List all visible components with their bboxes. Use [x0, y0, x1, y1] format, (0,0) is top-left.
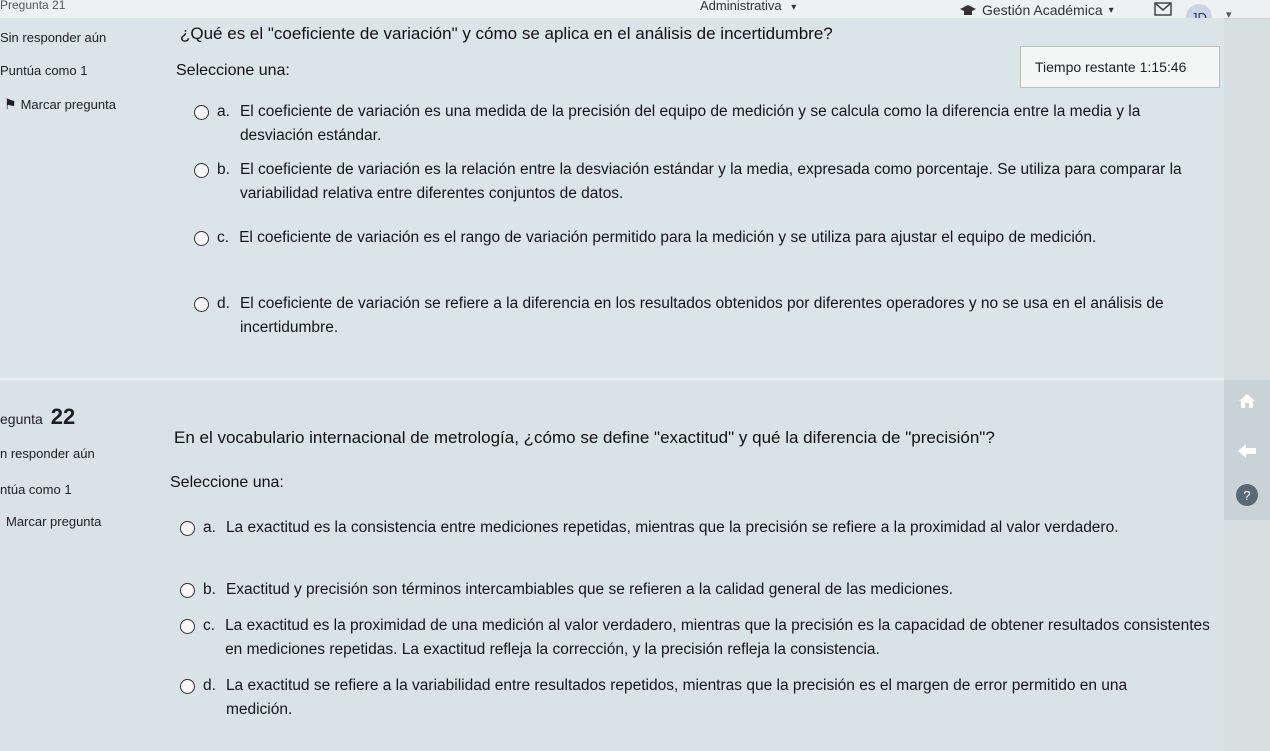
option-text: El coeficiente de variación es la relaci…: [239, 161, 1182, 202]
radio-button[interactable]: [180, 679, 195, 694]
q22-option-c[interactable]: c. La exactitud es la proximidad de una …: [180, 614, 1210, 662]
timer-label: Tiempo restante: [1035, 59, 1136, 75]
q22-option-b[interactable]: b. Exactitud y precisión son términos in…: [180, 578, 1200, 602]
option-letter: a.: [217, 103, 230, 120]
radio-button[interactable]: [194, 163, 209, 178]
graduation-cap-icon: [960, 4, 976, 16]
top-bar: Pregunta 21 Administrativa ▾ Gestión Aca…: [0, 0, 1270, 19]
q22-number: 22: [50, 404, 76, 429]
radio-button[interactable]: [180, 521, 195, 536]
side-toolbar: ?: [1224, 380, 1270, 520]
q21-option-d[interactable]: d. El coeficiente de variación se refier…: [194, 292, 1194, 340]
arrow-left-icon[interactable]: [1236, 440, 1258, 462]
option-letter: d.: [203, 677, 216, 694]
chevron-down-icon: ▾: [1108, 4, 1114, 16]
option-letter: a.: [203, 519, 216, 536]
q22-flag-label: Marcar pregunta: [6, 514, 102, 529]
q22-title: egunta 22: [0, 404, 75, 430]
q21-score: Puntúa como 1: [0, 63, 88, 78]
messages-icon[interactable]: [1154, 2, 1172, 16]
option-text: La exactitud es la proximidad de una med…: [225, 617, 1210, 658]
q21-option-a[interactable]: a. El coeficiente de variación es una me…: [194, 100, 1194, 148]
option-text: Exactitud y precisión son términos inter…: [225, 581, 954, 598]
radio-button[interactable]: [180, 583, 195, 598]
previous-question-label: Pregunta 21: [0, 0, 66, 12]
q22-option-a[interactable]: a. La exactitud es la consistencia entre…: [180, 516, 1200, 540]
chevron-down-icon[interactable]: ▾: [1226, 8, 1232, 21]
option-text: El coeficiente de variación se refiere a…: [239, 295, 1164, 336]
radio-button[interactable]: [180, 619, 195, 634]
admin-menu[interactable]: Administrativa ▾: [700, 0, 796, 13]
option-text: El coeficiente de variación es el rango …: [239, 229, 1097, 246]
option-letter: b.: [217, 161, 230, 178]
q21-select-label: Seleccione una:: [176, 62, 290, 79]
option-text: La exactitud se refiere a la variabilida…: [225, 677, 1128, 718]
q21-option-b[interactable]: b. El coeficiente de variación es la rel…: [194, 158, 1204, 206]
option-text: El coeficiente de variación es una medid…: [239, 103, 1141, 144]
q21-question-text: ¿Qué es el "coeficiente de variación" y …: [180, 24, 833, 43]
admin-menu-label: Administrativa: [700, 0, 782, 13]
chevron-down-icon: ▾: [791, 2, 797, 13]
option-text: La exactitud es la consistencia entre me…: [225, 519, 1119, 536]
home-icon[interactable]: [1236, 390, 1258, 412]
q21-flag-question[interactable]: ⚑ Marcar pregunta: [4, 96, 116, 113]
flag-icon: ⚑: [4, 96, 17, 112]
q22-question-text: En el vocabulario internacional de metro…: [174, 428, 995, 447]
option-letter: c.: [203, 617, 216, 634]
q22-flag-question[interactable]: Marcar pregunta: [6, 514, 101, 529]
q22-option-d[interactable]: d. La exactitud se refiere a la variabil…: [180, 674, 1190, 722]
help-icon[interactable]: ?: [1236, 484, 1258, 506]
option-letter: d.: [217, 295, 230, 312]
q21-option-c[interactable]: c. El coeficiente de variación es el ran…: [194, 226, 1194, 250]
gestion-academica-menu[interactable]: Gestión Académica ▾: [960, 2, 1114, 18]
option-letter: c.: [217, 229, 230, 246]
q22-title-prefix: egunta: [0, 411, 43, 427]
q22-score: ntúa como 1: [0, 482, 72, 497]
gestion-academica-label: Gestión Académica: [982, 2, 1103, 18]
timer-box: Tiempo restante 1:15:46: [1020, 46, 1220, 88]
radio-button[interactable]: [194, 231, 209, 246]
q21-flag-label: Marcar pregunta: [20, 97, 116, 112]
radio-button[interactable]: [194, 105, 209, 120]
timer-value: 1:15:46: [1139, 59, 1187, 75]
q21-status: Sin responder aún: [0, 30, 107, 45]
option-letter: b.: [203, 581, 216, 598]
q22-select-label: Seleccione una:: [170, 474, 284, 491]
q22-status: n responder aún: [0, 446, 95, 461]
radio-button[interactable]: [194, 297, 209, 312]
